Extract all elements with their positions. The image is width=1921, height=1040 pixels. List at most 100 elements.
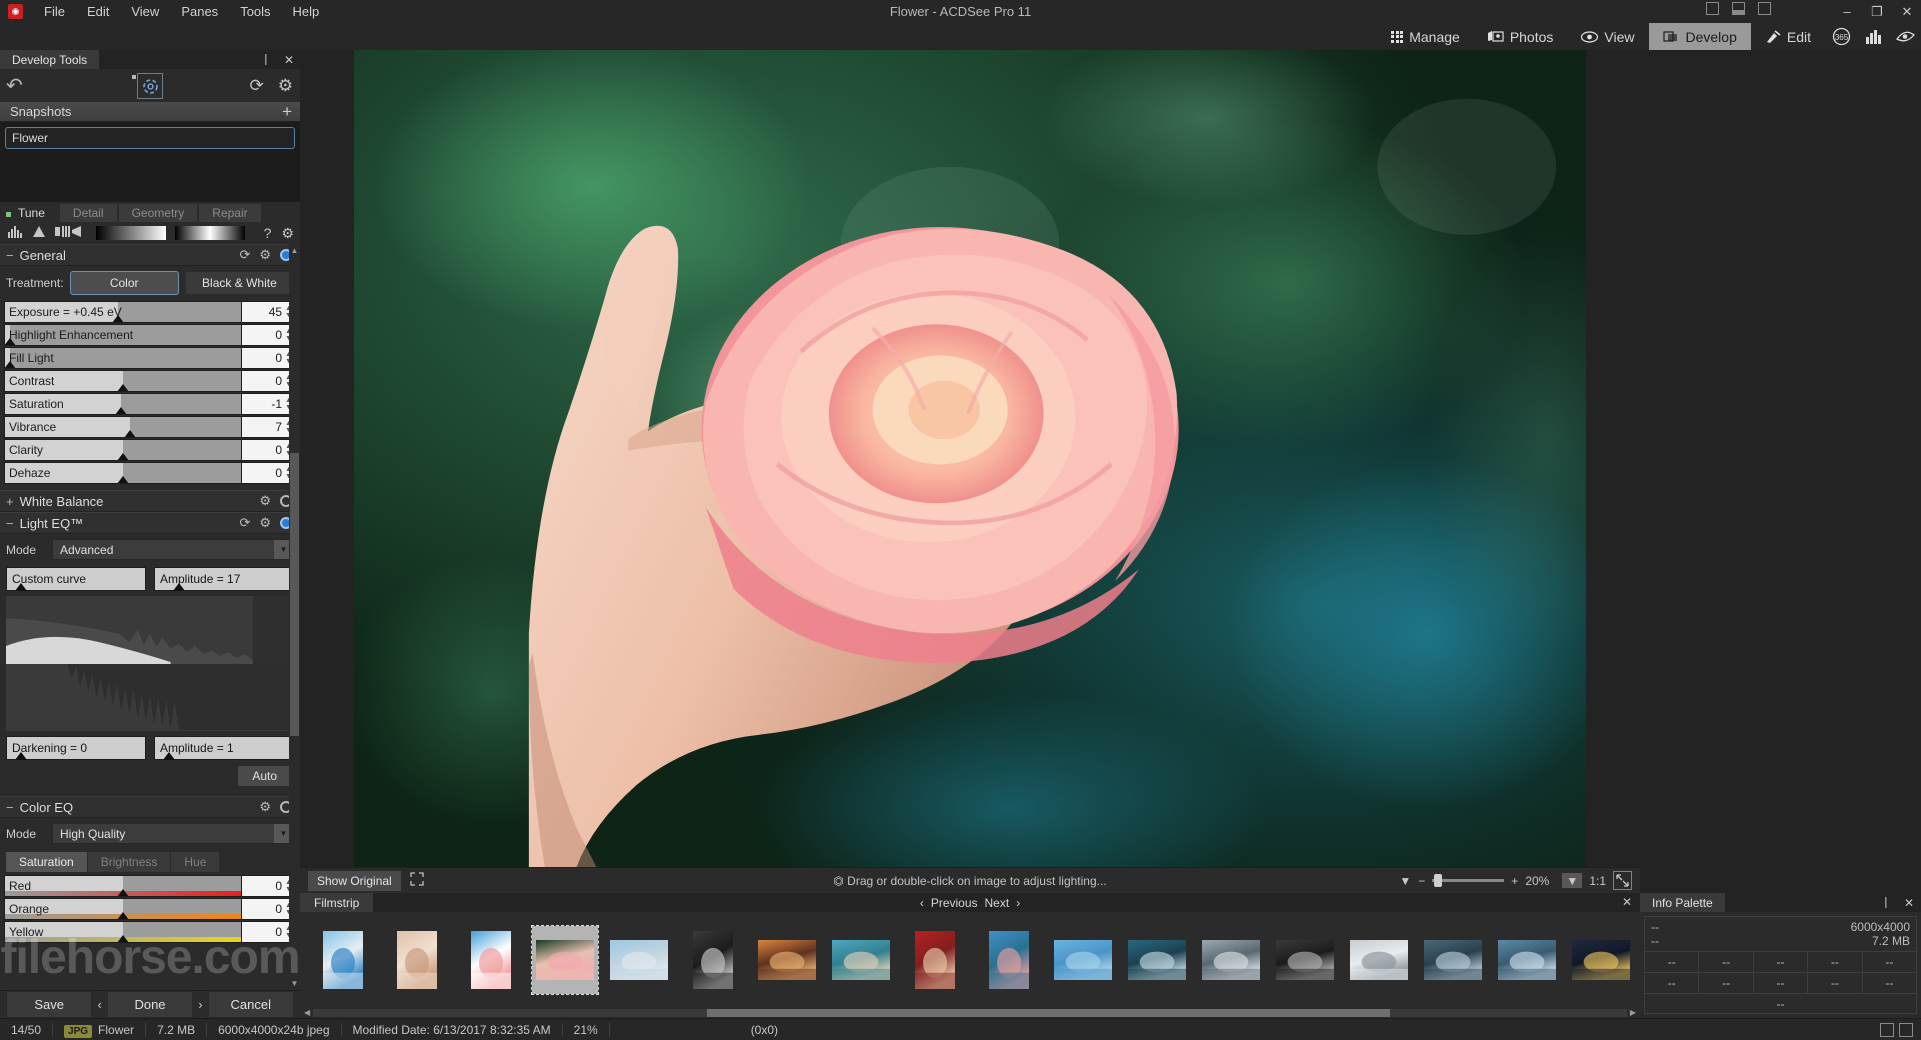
cancel-button[interactable]: Cancel (208, 991, 294, 1018)
filmstrip-thumb-pier-sea[interactable] (1420, 926, 1486, 994)
treatment-color-button[interactable]: Color (70, 271, 179, 295)
slider-thumb[interactable] (124, 430, 136, 437)
subtab-tune[interactable]: Tune (2, 204, 58, 222)
slider-thumb[interactable] (15, 752, 27, 760)
clipping-warning-icon[interactable] (32, 225, 46, 241)
tab-hue[interactable]: Hue (171, 852, 220, 872)
section-color-eq-header[interactable]: − Color EQ ⚙ (0, 796, 300, 818)
next-button[interactable]: Next (985, 896, 1010, 910)
gradient-strip-linear[interactable] (96, 226, 166, 240)
tab-manage[interactable]: Manage (1377, 23, 1474, 50)
next-arrow-icon[interactable]: › (195, 997, 205, 1012)
filmstrip-thumb-sunset-beach[interactable] (754, 926, 820, 994)
zoom-slider-thumb[interactable] (1434, 874, 1442, 887)
filmstrip-thumb-bw-interior[interactable] (680, 926, 746, 994)
help-icon[interactable]: ? (264, 225, 272, 242)
pin-icon[interactable]: 丨 (1880, 894, 1892, 911)
treatment-bw-button[interactable]: Black & White (185, 271, 294, 295)
365-icon[interactable]: 365 (1825, 23, 1857, 50)
subtab-repair[interactable]: Repair (199, 204, 260, 222)
zoom-preset-select[interactable]: ▼ (1562, 873, 1582, 888)
slider-track[interactable]: Dehaze (5, 463, 241, 483)
scroll-down-icon[interactable]: ▼ (289, 979, 300, 988)
slider-value-field[interactable]: -1▲▼ (241, 394, 295, 414)
zoom-ratio-button[interactable]: 1:1 (1589, 874, 1606, 888)
histogram-icon[interactable] (1857, 23, 1889, 50)
slider-track[interactable]: Red (5, 876, 241, 896)
gear-icon[interactable]: ⚙ (259, 515, 271, 531)
scroll-up-icon[interactable]: ▲ (289, 246, 300, 255)
slider-value-field[interactable]: 7▲▼ (241, 417, 295, 437)
zoom-out-button[interactable]: − (1418, 874, 1425, 888)
menu-help[interactable]: Help (282, 1, 331, 22)
slider-value-field[interactable]: 0▲▼ (241, 440, 295, 460)
gradient-strip-center[interactable] (175, 226, 245, 240)
restore-button[interactable]: ❐ (1869, 4, 1885, 20)
filmstrip-thumb-swimmer[interactable] (976, 926, 1042, 994)
tab-brightness[interactable]: Brightness (88, 852, 172, 872)
filmstrip-thumb-sky-clouds[interactable] (606, 926, 672, 994)
gear-icon[interactable]: ⚙ (259, 799, 271, 815)
menu-tools[interactable]: Tools (229, 1, 281, 22)
slider-thumb[interactable] (117, 384, 129, 391)
close-button[interactable]: ✕ (1899, 4, 1915, 20)
slider-exposure[interactable]: Exposure = +0.45 eV45▲▼ (4, 301, 296, 323)
layout-full-icon[interactable] (1758, 2, 1771, 15)
slider-dehaze[interactable]: Dehaze0▲▼ (4, 462, 296, 484)
slider-clarity[interactable]: Clarity0▲▼ (4, 439, 296, 461)
slider-thumb[interactable] (115, 407, 127, 414)
color-slider-yellow[interactable]: Yellow0▲▼ (4, 921, 296, 943)
slider-value-field[interactable]: 0▲▼ (241, 463, 295, 483)
filmstrip-thumb-city-night[interactable] (1568, 926, 1634, 994)
tab-view[interactable]: View (1567, 23, 1648, 50)
tab-photos[interactable]: Photos (1474, 23, 1568, 50)
filmstrip-thumb-winter-road[interactable] (1346, 926, 1412, 994)
panel-scrollbar[interactable]: ▲ ▼ (289, 244, 300, 990)
gear-icon[interactable]: ⚙ (278, 76, 293, 96)
slider-thumb[interactable] (163, 752, 175, 760)
scrollbar-thumb[interactable] (290, 453, 299, 736)
scroll-left-icon[interactable]: ◀ (304, 1008, 310, 1017)
subtab-detail[interactable]: Detail (60, 204, 117, 222)
slider-thumb[interactable] (15, 583, 27, 591)
view-mode-1-icon[interactable] (1880, 1023, 1894, 1037)
slider-thumb[interactable] (117, 912, 129, 919)
filmstrip-thumb-flamingo[interactable] (458, 926, 524, 994)
zoom-slider[interactable] (1432, 879, 1504, 882)
show-original-button[interactable]: Show Original (307, 870, 402, 892)
filmstrip-scrollbar[interactable]: ◀ ▶ (300, 1007, 1640, 1018)
close-icon[interactable]: ✕ (1904, 896, 1914, 910)
slider-track[interactable]: Yellow (5, 922, 241, 942)
save-button[interactable]: Save (6, 991, 92, 1018)
image-canvas[interactable] (300, 50, 1640, 867)
slider-value-field[interactable]: 0▲▼ (241, 876, 295, 896)
filmstrip-thumb-ocean-wave[interactable] (310, 926, 376, 994)
color-slider-red[interactable]: Red0▲▼ (4, 875, 296, 897)
slider-thumb[interactable] (117, 935, 129, 942)
tab-develop[interactable]: Develop (1649, 23, 1751, 50)
collapse-icon[interactable]: − (6, 800, 14, 815)
close-icon[interactable]: ✕ (284, 53, 294, 67)
filmstrip-thumb-lake-boat[interactable] (1494, 926, 1560, 994)
refresh-icon[interactable]: ⟳ (250, 76, 264, 96)
slider-value-field[interactable]: 0▲▼ (241, 348, 295, 368)
zoom-in-button[interactable]: + (1511, 874, 1518, 888)
section-white-balance-header[interactable]: + White Balance ⚙ (0, 490, 300, 512)
tab-edit[interactable]: Edit (1751, 23, 1825, 50)
light-eq-mode-select[interactable]: Advanced ▼ (52, 539, 294, 560)
brush-icon[interactable] (55, 225, 87, 241)
menu-panes[interactable]: Panes (170, 1, 229, 22)
acdsee-icon[interactable] (1889, 23, 1921, 50)
filmstrip-close-icon[interactable]: ✕ (1622, 895, 1632, 909)
auto-button[interactable]: Auto (237, 765, 292, 787)
slider-fill[interactable]: Fill Light0▲▼ (4, 347, 296, 369)
scroll-right-icon[interactable]: ▶ (1630, 1008, 1636, 1017)
slider-track[interactable]: Saturation (5, 394, 241, 414)
expand-icon[interactable]: + (6, 494, 14, 509)
photo-flower-in-hand[interactable] (354, 50, 1586, 867)
custom-curve-control[interactable]: Custom curve (6, 567, 146, 591)
slider-track[interactable]: Highlight Enhancement (5, 325, 241, 345)
color-eq-mode-select[interactable]: High Quality ▼ (52, 823, 294, 844)
slider-track[interactable]: Exposure = +0.45 eV (5, 302, 241, 322)
slider-value-field[interactable]: 45▲▼ (241, 302, 295, 322)
